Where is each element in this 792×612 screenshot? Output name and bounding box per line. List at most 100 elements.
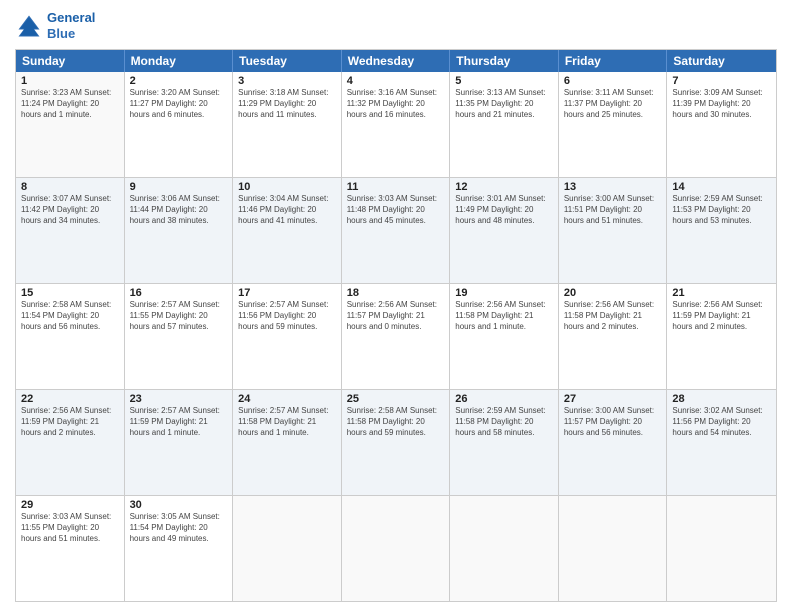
calendar-cell: 2Sunrise: 3:20 AM Sunset: 11:27 PM Dayli…	[125, 72, 234, 177]
calendar-week-3: 22Sunrise: 2:56 AM Sunset: 11:59 PM Dayl…	[16, 390, 776, 496]
header: General Blue	[15, 10, 777, 41]
calendar-cell: 29Sunrise: 3:03 AM Sunset: 11:55 PM Dayl…	[16, 496, 125, 601]
calendar-cell: 10Sunrise: 3:04 AM Sunset: 11:46 PM Dayl…	[233, 178, 342, 283]
day-info: Sunrise: 2:56 AM Sunset: 11:59 PM Daylig…	[672, 300, 771, 332]
calendar-cell: 15Sunrise: 2:58 AM Sunset: 11:54 PM Dayl…	[16, 284, 125, 389]
day-number: 24	[238, 393, 336, 405]
day-info: Sunrise: 2:57 AM Sunset: 11:59 PM Daylig…	[130, 406, 228, 438]
day-info: Sunrise: 3:11 AM Sunset: 11:37 PM Daylig…	[564, 88, 662, 120]
day-info: Sunrise: 3:13 AM Sunset: 11:35 PM Daylig…	[455, 88, 553, 120]
calendar-cell: 30Sunrise: 3:05 AM Sunset: 11:54 PM Dayl…	[125, 496, 234, 601]
day-info: Sunrise: 2:57 AM Sunset: 11:55 PM Daylig…	[130, 300, 228, 332]
day-info: Sunrise: 2:58 AM Sunset: 11:54 PM Daylig…	[21, 300, 119, 332]
day-number: 1	[21, 75, 119, 87]
day-number: 10	[238, 181, 336, 193]
calendar-cell: 7Sunrise: 3:09 AM Sunset: 11:39 PM Dayli…	[667, 72, 776, 177]
day-info: Sunrise: 3:00 AM Sunset: 11:57 PM Daylig…	[564, 406, 662, 438]
calendar-cell: 17Sunrise: 2:57 AM Sunset: 11:56 PM Dayl…	[233, 284, 342, 389]
calendar-cell: 19Sunrise: 2:56 AM Sunset: 11:58 PM Dayl…	[450, 284, 559, 389]
day-info: Sunrise: 2:56 AM Sunset: 11:59 PM Daylig…	[21, 406, 119, 438]
calendar-body: 1Sunrise: 3:23 AM Sunset: 11:24 PM Dayli…	[16, 72, 776, 601]
logo: General Blue	[15, 10, 95, 41]
day-number: 17	[238, 287, 336, 299]
day-number: 23	[130, 393, 228, 405]
calendar-cell: 6Sunrise: 3:11 AM Sunset: 11:37 PM Dayli…	[559, 72, 668, 177]
day-info: Sunrise: 2:56 AM Sunset: 11:58 PM Daylig…	[455, 300, 553, 332]
day-number: 18	[347, 287, 445, 299]
calendar-cell: 14Sunrise: 2:59 AM Sunset: 11:53 PM Dayl…	[667, 178, 776, 283]
calendar-cell: 4Sunrise: 3:16 AM Sunset: 11:32 PM Dayli…	[342, 72, 451, 177]
calendar-cell: 9Sunrise: 3:06 AM Sunset: 11:44 PM Dayli…	[125, 178, 234, 283]
calendar-cell: 26Sunrise: 2:59 AM Sunset: 11:58 PM Dayl…	[450, 390, 559, 495]
day-number: 29	[21, 499, 119, 511]
day-info: Sunrise: 3:06 AM Sunset: 11:44 PM Daylig…	[130, 194, 228, 226]
day-number: 5	[455, 75, 553, 87]
header-day-friday: Friday	[559, 50, 668, 72]
day-info: Sunrise: 3:20 AM Sunset: 11:27 PM Daylig…	[130, 88, 228, 120]
day-number: 30	[130, 499, 228, 511]
day-info: Sunrise: 2:57 AM Sunset: 11:56 PM Daylig…	[238, 300, 336, 332]
day-info: Sunrise: 3:00 AM Sunset: 11:51 PM Daylig…	[564, 194, 662, 226]
day-number: 13	[564, 181, 662, 193]
day-number: 15	[21, 287, 119, 299]
day-number: 16	[130, 287, 228, 299]
day-info: Sunrise: 2:56 AM Sunset: 11:58 PM Daylig…	[564, 300, 662, 332]
calendar-cell: 21Sunrise: 2:56 AM Sunset: 11:59 PM Dayl…	[667, 284, 776, 389]
calendar-cell	[233, 496, 342, 601]
day-info: Sunrise: 2:56 AM Sunset: 11:57 PM Daylig…	[347, 300, 445, 332]
day-number: 3	[238, 75, 336, 87]
day-number: 25	[347, 393, 445, 405]
day-info: Sunrise: 3:18 AM Sunset: 11:29 PM Daylig…	[238, 88, 336, 120]
calendar-cell: 12Sunrise: 3:01 AM Sunset: 11:49 PM Dayl…	[450, 178, 559, 283]
calendar-cell: 22Sunrise: 2:56 AM Sunset: 11:59 PM Dayl…	[16, 390, 125, 495]
day-info: Sunrise: 3:01 AM Sunset: 11:49 PM Daylig…	[455, 194, 553, 226]
calendar-header: SundayMondayTuesdayWednesdayThursdayFrid…	[16, 50, 776, 72]
calendar-cell	[450, 496, 559, 601]
day-number: 28	[672, 393, 771, 405]
day-info: Sunrise: 3:23 AM Sunset: 11:24 PM Daylig…	[21, 88, 119, 120]
calendar-cell: 27Sunrise: 3:00 AM Sunset: 11:57 PM Dayl…	[559, 390, 668, 495]
day-info: Sunrise: 2:59 AM Sunset: 11:58 PM Daylig…	[455, 406, 553, 438]
logo-icon	[15, 12, 43, 40]
day-number: 19	[455, 287, 553, 299]
day-info: Sunrise: 3:07 AM Sunset: 11:42 PM Daylig…	[21, 194, 119, 226]
calendar: SundayMondayTuesdayWednesdayThursdayFrid…	[15, 49, 777, 602]
calendar-cell: 24Sunrise: 2:57 AM Sunset: 11:58 PM Dayl…	[233, 390, 342, 495]
calendar-week-4: 29Sunrise: 3:03 AM Sunset: 11:55 PM Dayl…	[16, 496, 776, 601]
calendar-week-2: 15Sunrise: 2:58 AM Sunset: 11:54 PM Dayl…	[16, 284, 776, 390]
calendar-page: General Blue SundayMondayTuesdayWednesda…	[0, 0, 792, 612]
calendar-cell: 23Sunrise: 2:57 AM Sunset: 11:59 PM Dayl…	[125, 390, 234, 495]
day-number: 14	[672, 181, 771, 193]
day-info: Sunrise: 3:03 AM Sunset: 11:55 PM Daylig…	[21, 512, 119, 544]
calendar-cell	[667, 496, 776, 601]
day-number: 11	[347, 181, 445, 193]
logo-text: General Blue	[47, 10, 95, 41]
calendar-cell: 25Sunrise: 2:58 AM Sunset: 11:58 PM Dayl…	[342, 390, 451, 495]
day-number: 12	[455, 181, 553, 193]
calendar-cell: 3Sunrise: 3:18 AM Sunset: 11:29 PM Dayli…	[233, 72, 342, 177]
day-info: Sunrise: 3:02 AM Sunset: 11:56 PM Daylig…	[672, 406, 771, 438]
calendar-week-1: 8Sunrise: 3:07 AM Sunset: 11:42 PM Dayli…	[16, 178, 776, 284]
header-day-saturday: Saturday	[667, 50, 776, 72]
day-info: Sunrise: 3:16 AM Sunset: 11:32 PM Daylig…	[347, 88, 445, 120]
day-info: Sunrise: 3:04 AM Sunset: 11:46 PM Daylig…	[238, 194, 336, 226]
header-day-wednesday: Wednesday	[342, 50, 451, 72]
day-number: 27	[564, 393, 662, 405]
calendar-cell: 5Sunrise: 3:13 AM Sunset: 11:35 PM Dayli…	[450, 72, 559, 177]
day-number: 2	[130, 75, 228, 87]
calendar-cell: 28Sunrise: 3:02 AM Sunset: 11:56 PM Dayl…	[667, 390, 776, 495]
day-info: Sunrise: 2:59 AM Sunset: 11:53 PM Daylig…	[672, 194, 771, 226]
day-number: 26	[455, 393, 553, 405]
day-info: Sunrise: 3:03 AM Sunset: 11:48 PM Daylig…	[347, 194, 445, 226]
header-day-tuesday: Tuesday	[233, 50, 342, 72]
day-info: Sunrise: 2:57 AM Sunset: 11:58 PM Daylig…	[238, 406, 336, 438]
header-day-sunday: Sunday	[16, 50, 125, 72]
day-number: 21	[672, 287, 771, 299]
calendar-cell	[559, 496, 668, 601]
day-number: 9	[130, 181, 228, 193]
calendar-cell: 8Sunrise: 3:07 AM Sunset: 11:42 PM Dayli…	[16, 178, 125, 283]
calendar-cell: 20Sunrise: 2:56 AM Sunset: 11:58 PM Dayl…	[559, 284, 668, 389]
day-info: Sunrise: 2:58 AM Sunset: 11:58 PM Daylig…	[347, 406, 445, 438]
calendar-cell: 16Sunrise: 2:57 AM Sunset: 11:55 PM Dayl…	[125, 284, 234, 389]
day-number: 22	[21, 393, 119, 405]
